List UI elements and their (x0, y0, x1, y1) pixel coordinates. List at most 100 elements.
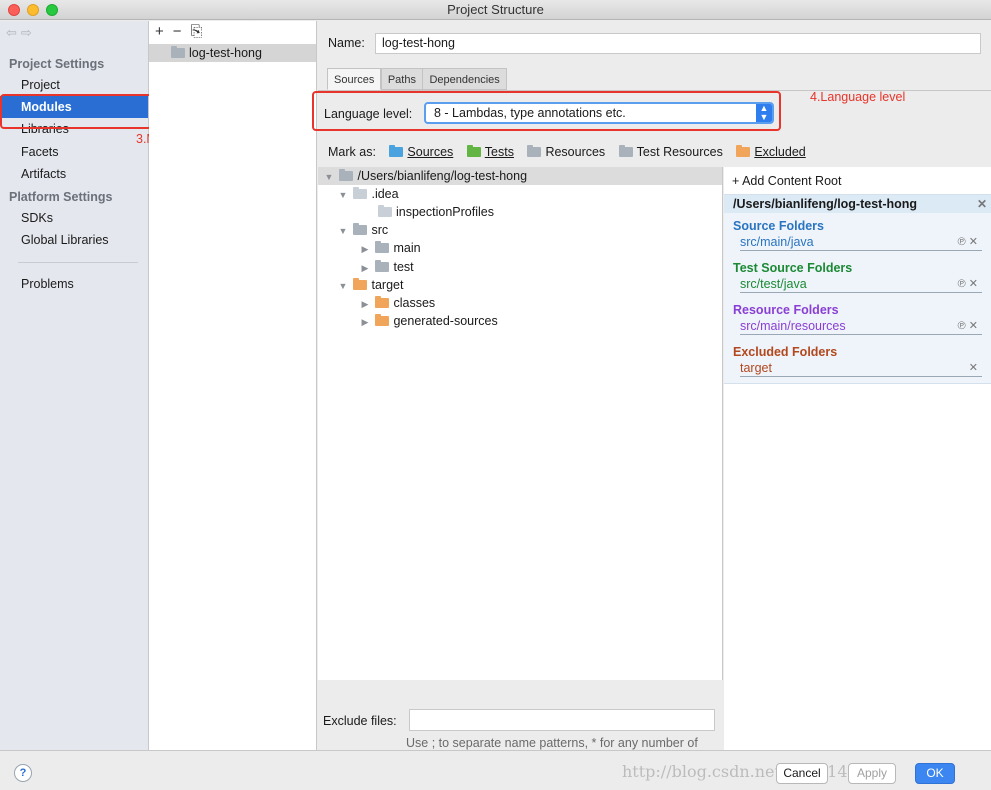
source-folders-header: Source Folders (733, 219, 824, 233)
source-folder-path-label: src/main/java (740, 235, 814, 249)
collapsed-arrow-icon[interactable]: ▶ (358, 240, 372, 258)
name-label: Name: (328, 36, 365, 50)
tree-row-target[interactable]: ▼ target (336, 276, 403, 294)
annotation-language-level: 4.Language level (810, 90, 906, 104)
mark-excluded-label: Excluded (754, 145, 806, 159)
mark-as-label: Mark as: (328, 145, 376, 159)
sidebar-item-problems[interactable]: Problems (0, 273, 148, 295)
project-settings-header: Project Settings (9, 57, 105, 71)
mark-excluded-button[interactable]: Excluded (736, 145, 806, 159)
sidebar-item-artifacts[interactable]: Artifacts (0, 163, 148, 185)
folder-icon (353, 278, 368, 290)
sidebar-item-sdks[interactable]: SDKs (0, 207, 148, 229)
tree-label: classes (393, 296, 436, 310)
mark-test-resources-button[interactable]: Test Resources (618, 145, 723, 159)
folder-icon (353, 187, 368, 199)
dialog-footer: ? http://blog.csdn.net/u010142286 Cancel… (0, 750, 991, 790)
minimize-window-button[interactable] (27, 4, 39, 16)
mark-sources-button[interactable]: Sources (389, 145, 453, 159)
edit-properties-icon[interactable]: ℗ ✕ (958, 235, 978, 248)
mark-resources-label: Resources (545, 145, 606, 159)
module-list-panel: +−⎘ log-test-hong (149, 21, 317, 750)
sources-tab-panel: Language level: 8 - Lambdas, type annota… (318, 90, 991, 766)
close-icon[interactable]: ✕ (977, 195, 987, 213)
help-button[interactable]: ? (14, 764, 32, 782)
module-toolbar: +−⎘ (155, 23, 212, 40)
remove-module-button[interactable]: − (173, 23, 191, 40)
module-item[interactable]: log-test-hong (149, 44, 316, 62)
tree-row-src[interactable]: ▼ src (336, 221, 388, 239)
collapsed-arrow-icon[interactable]: ▶ (358, 259, 372, 277)
close-icon[interactable]: ✕ (969, 361, 978, 374)
cancel-button[interactable]: Cancel (776, 763, 828, 784)
expanded-arrow-icon[interactable]: ▼ (336, 222, 350, 240)
resource-folder-path: src/main/resources ℗ ✕ (740, 319, 982, 335)
content-root-box: /Users/bianlifeng/log-test-hong ✕ Source… (724, 194, 991, 384)
folder-icon (375, 241, 390, 253)
folder-icon (375, 260, 390, 272)
module-item-label: log-test-hong (189, 46, 262, 60)
folder-icon (375, 314, 390, 326)
forward-arrow-icon[interactable]: ⇨ (21, 25, 36, 40)
test-folder-path: src/test/java ℗ ✕ (740, 277, 982, 293)
tree-row-root[interactable]: ▼ /Users/bianlifeng/log-test-hong (318, 167, 722, 185)
sidebar-item-project[interactable]: Project (0, 74, 148, 96)
folder-icon (353, 223, 368, 235)
close-window-button[interactable] (8, 4, 20, 16)
mark-tests-button[interactable]: Tests (466, 145, 514, 159)
window-title: Project Structure (447, 2, 544, 17)
add-module-button[interactable]: + (155, 23, 173, 40)
tree-label: main (393, 241, 421, 255)
sidebar-item-global-libraries[interactable]: Global Libraries (0, 229, 148, 251)
sidebar-item-facets[interactable]: Facets (0, 141, 148, 163)
zoom-window-button[interactable] (46, 4, 58, 16)
expanded-arrow-icon[interactable]: ▼ (336, 186, 350, 204)
collapsed-arrow-icon[interactable]: ▶ (358, 295, 372, 313)
apply-button[interactable]: Apply (848, 763, 896, 784)
test-source-folders-header: Test Source Folders (733, 261, 853, 275)
collapsed-arrow-icon[interactable]: ▶ (358, 313, 372, 331)
edit-properties-icon[interactable]: ℗ ✕ (958, 277, 978, 290)
edit-properties-icon[interactable]: ℗ ✕ (958, 319, 978, 332)
excluded-folder-path: target ✕ (740, 361, 982, 377)
language-level-highlight-box (312, 91, 781, 131)
resource-folders-header: Resource Folders (733, 303, 839, 317)
tab-paths[interactable]: Paths (380, 68, 423, 90)
exclude-files-label: Exclude files: (323, 714, 397, 728)
test-folder-path-label: src/test/java (740, 277, 807, 291)
tree-row-classes[interactable]: ▶ classes (358, 294, 435, 312)
copy-module-icon[interactable]: ⎘ (191, 23, 212, 40)
tree-row-main[interactable]: ▶ main (358, 239, 421, 257)
expanded-arrow-icon[interactable]: ▼ (336, 277, 350, 295)
folder-icon (378, 205, 392, 217)
tree-label: inspectionProfiles (396, 205, 494, 219)
tree-row-test[interactable]: ▶ test (358, 258, 414, 276)
tab-sources[interactable]: Sources (327, 68, 382, 90)
platform-settings-header: Platform Settings (9, 190, 113, 204)
title-bar: Project Structure (0, 0, 991, 20)
mark-resources-button[interactable]: Resources (527, 145, 605, 159)
tree-row-generated-sources[interactable]: ▶ generated-sources (358, 312, 498, 330)
back-arrow-icon[interactable]: ⇦ (6, 25, 21, 40)
test-resources-folder-icon (618, 145, 633, 157)
tree-root-label: /Users/bianlifeng/log-test-hong (357, 169, 528, 183)
tab-dependencies[interactable]: Dependencies (422, 68, 507, 90)
tree-label: target (371, 278, 404, 292)
exclude-files-input[interactable] (409, 709, 715, 731)
content-root-path: /Users/bianlifeng/log-test-hong ✕ (724, 195, 991, 213)
add-content-root-button[interactable]: + Add Content Root (732, 174, 841, 188)
excluded-folder-icon (736, 145, 751, 157)
tree-row-idea[interactable]: ▼ .idea (336, 185, 399, 203)
mark-tests-label: Tests (484, 145, 514, 159)
ok-button[interactable]: OK (915, 763, 955, 784)
tree-label: generated-sources (393, 314, 498, 328)
module-name-input[interactable]: log-test-hong (375, 33, 981, 54)
excluded-folder-path-label: target (740, 361, 772, 375)
resource-folder-path-label: src/main/resources (740, 319, 846, 333)
modules-highlight-box (0, 94, 152, 129)
source-folder-path: src/main/java ℗ ✕ (740, 235, 982, 251)
tree-row-inspection-profiles[interactable]: inspectionProfiles (378, 203, 494, 221)
expanded-arrow-icon[interactable]: ▼ (322, 168, 336, 186)
nav-arrows: ⇦⇨ (6, 25, 36, 41)
folder-icon (375, 296, 390, 308)
